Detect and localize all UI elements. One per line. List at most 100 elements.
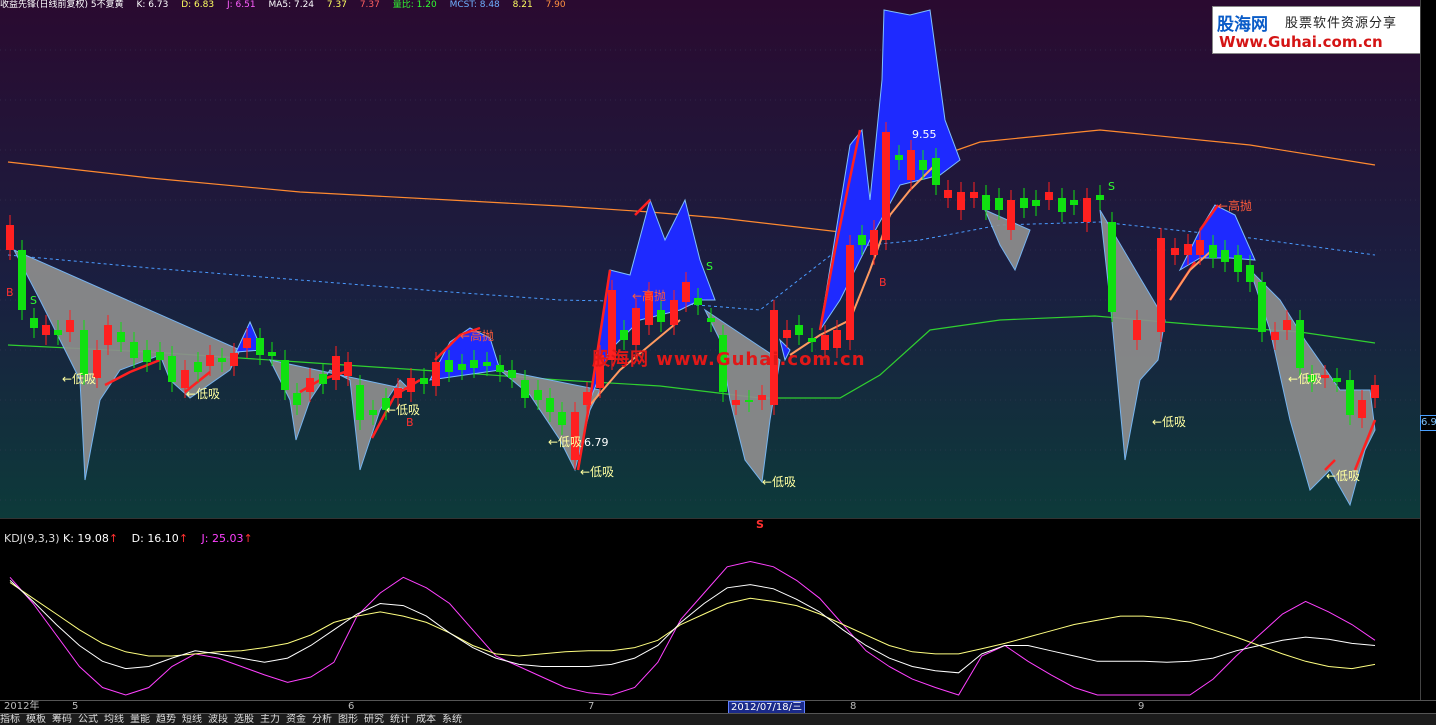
- candlestick-chart[interactable]: ←低吸 ←低吸 ←低吸 ←低吸 ←低吸 ←低吸 ←低吸 ←低吸 ←低吸 ←高抛 ←高抛 ←高抛 B B B S…: [0, 0, 1420, 518]
- candle-body: [970, 192, 978, 198]
- candle-body: [620, 330, 628, 340]
- toolbar-item-17[interactable]: 系统: [442, 714, 462, 725]
- candle-body: [870, 230, 878, 255]
- sell-high-label: ←高抛: [1218, 198, 1252, 213]
- candle-body: [657, 310, 665, 322]
- top-info-9: 8.21: [512, 0, 533, 10]
- candle-body: [256, 338, 264, 355]
- candle-body: [319, 374, 327, 384]
- candle-body: [1096, 195, 1104, 200]
- candle-body: [1157, 238, 1165, 332]
- candle-body: [944, 190, 952, 198]
- site-watermark: 股海网 www.Guhai.com.cn: [592, 349, 866, 370]
- toolbar-item-12[interactable]: 分析: [312, 714, 332, 725]
- candle-body: [181, 370, 189, 388]
- candle-body: [1108, 222, 1116, 312]
- toolbar-item-1[interactable]: 模板: [26, 714, 46, 725]
- candle-body: [1032, 200, 1040, 206]
- candle-body: [206, 355, 214, 366]
- candle-body: [281, 360, 289, 390]
- candle-body: [1271, 332, 1279, 340]
- candle-body: [919, 160, 927, 170]
- candle-body: [907, 150, 915, 180]
- candle-body: [156, 352, 164, 360]
- guhai-logo[interactable]: 股海网 股票软件资源分享 Www.Guhai.com.cn: [1212, 6, 1432, 54]
- candle-body: [458, 364, 466, 370]
- toolbar-item-6[interactable]: 趋势: [156, 714, 176, 725]
- top-info-1: K: 6.73: [136, 0, 169, 10]
- top-info-0: 收益先锋(日线前复权) 5不复黄: [0, 0, 124, 10]
- toolbar-item-8[interactable]: 波段: [208, 714, 228, 725]
- candle-body: [407, 378, 415, 392]
- candle-body: [521, 380, 529, 398]
- top-info-4: MA5: 7.24: [268, 0, 315, 10]
- bottom-toolbar: 指标 模板 筹码 公式 均线 量能 趋势 短线 波段 选股 主力 资金 分析 图形 研究 统计 成本 系统: [0, 713, 1436, 725]
- kdj-chart[interactable]: [0, 530, 1420, 698]
- toolbar-item-0[interactable]: 指标: [0, 714, 20, 725]
- buy-low-label: ←低吸: [1288, 372, 1322, 386]
- toolbar-item-13[interactable]: 图形: [338, 714, 358, 725]
- toolbar-item-15[interactable]: 统计: [390, 714, 410, 725]
- sell-high-label: ←高抛: [460, 328, 494, 343]
- candle-body: [218, 358, 226, 362]
- candle-body: [1070, 200, 1078, 205]
- candle-body: [1346, 380, 1354, 415]
- candle-body: [783, 330, 791, 338]
- logo-url: Www.Guhai.com.cn: [1219, 33, 1383, 51]
- high-price-label: 9.55: [912, 128, 937, 141]
- toolbar-item-2[interactable]: 筹码: [52, 714, 72, 725]
- buy-low-label: ←低吸: [1326, 469, 1360, 483]
- logo-brand: 股海网: [1217, 15, 1268, 35]
- time-axis[interactable]: 2012年 5 6 7 2012/07/18/三 8 9: [0, 700, 1436, 715]
- candle-body: [1358, 400, 1366, 418]
- top-info-2: D: 6.83: [181, 0, 215, 10]
- candle-body: [846, 245, 854, 340]
- toolbar-item-10[interactable]: 主力: [260, 714, 280, 725]
- buy-low-label: ←低吸: [1152, 415, 1186, 429]
- candle-body: [332, 356, 340, 380]
- candle-body: [394, 388, 402, 398]
- candle-body: [558, 412, 566, 425]
- candle-body: [895, 155, 903, 160]
- candle-body: [1083, 198, 1091, 222]
- candle-body: [420, 378, 428, 384]
- toolbar-item-14[interactable]: 研究: [364, 714, 384, 725]
- toolbar-item-16[interactable]: 成本: [416, 714, 436, 725]
- candle-body: [1246, 265, 1254, 282]
- candle-body: [1171, 248, 1179, 255]
- buy-low-label: ←低吸: [386, 403, 420, 417]
- candle-body: [932, 158, 940, 185]
- toolbar-item-9[interactable]: 选股: [234, 714, 254, 725]
- top-info-3: J: 6.51: [226, 0, 256, 10]
- candle-body: [1283, 320, 1291, 330]
- candle-body: [306, 378, 314, 392]
- toolbar-item-3[interactable]: 公式: [78, 714, 98, 725]
- kdj-legend: KDJ(9,3,3) K: 19.08↑ D: 16.10↑ J: 25.03↑: [4, 532, 253, 545]
- toolbar-item-4[interactable]: 均线: [104, 714, 124, 725]
- buy-signal-label: B: [879, 276, 887, 289]
- candle-body: [758, 395, 766, 400]
- candle-body: [694, 298, 702, 305]
- candle-body: [1209, 245, 1217, 258]
- kdj-k-value: K: 19.08: [63, 532, 109, 545]
- time-axis-year: 2012年: [4, 701, 40, 712]
- candle-body: [583, 392, 591, 405]
- candle-body: [982, 195, 990, 210]
- candle-body: [1020, 198, 1028, 208]
- time-axis-month-8: 8: [850, 701, 857, 712]
- toolbar-item-11[interactable]: 资金: [286, 714, 306, 725]
- candle-body: [104, 325, 112, 345]
- buy-low-label: ←低吸: [62, 372, 96, 386]
- candle-body: [143, 350, 151, 362]
- kdj-d-value: D: 16.10: [131, 532, 179, 545]
- candle-body: [268, 352, 276, 356]
- toolbar-item-7[interactable]: 短线: [182, 714, 202, 725]
- kdj-background: [0, 530, 1420, 698]
- candle-body: [1258, 282, 1266, 332]
- price-axis[interactable]: [1420, 0, 1436, 700]
- candle-body: [1058, 198, 1066, 212]
- toolbar-item-5[interactable]: 量能: [130, 714, 150, 725]
- buy-low-label: ←低吸: [580, 465, 614, 479]
- candle-body: [732, 400, 740, 405]
- candle-body: [546, 398, 554, 412]
